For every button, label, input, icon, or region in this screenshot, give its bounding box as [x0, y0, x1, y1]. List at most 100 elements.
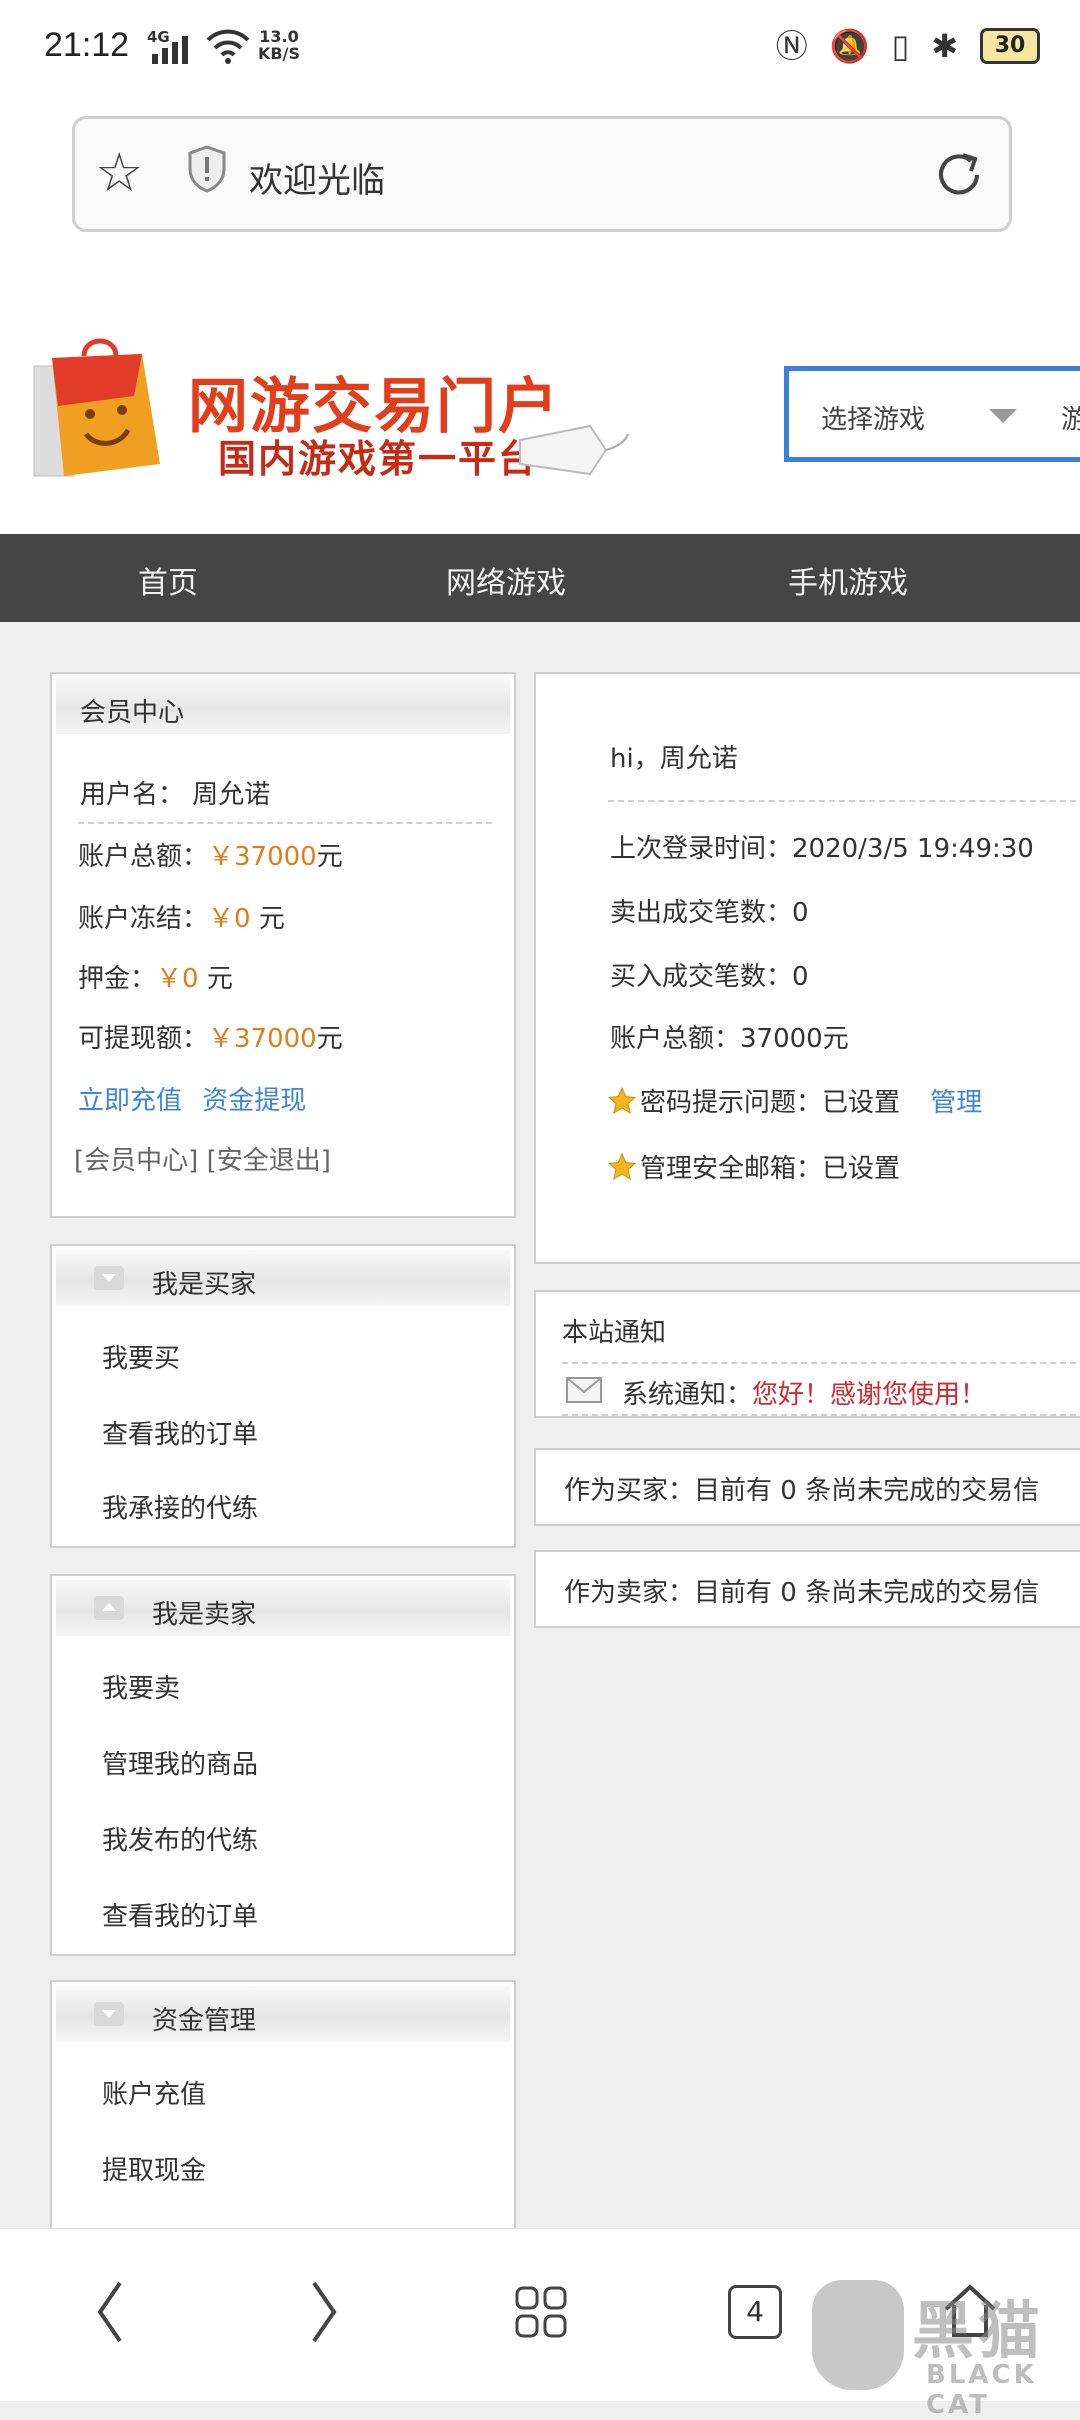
game-select-extra: 游: [1061, 405, 1080, 435]
browser-toolbar: ☆ 欢迎光临: [0, 98, 1080, 275]
site-notice-title: 本站通知: [562, 1318, 667, 1348]
address-bar[interactable]: ☆ 欢迎光临: [72, 116, 1012, 232]
account-frozen-row: 账户冻结：￥0 元: [78, 898, 285, 935]
buyer-menu-item-orders[interactable]: 查看我的订单: [102, 1414, 258, 1451]
fund-links: 立即充值 资金提现: [78, 1080, 306, 1117]
cat-logo-icon: [812, 2280, 904, 2390]
speed-unit: KB/S: [258, 44, 300, 63]
account-total-value: ￥37000: [208, 842, 317, 872]
forward-arrow-icon[interactable]: [304, 2277, 344, 2347]
menu-grid-icon[interactable]: [514, 2285, 568, 2339]
manage-link[interactable]: 管理: [930, 1088, 982, 1118]
chevron-down-icon[interactable]: [94, 2002, 124, 2026]
shopping-bag-logo-icon[interactable]: [24, 336, 174, 486]
site-header: 网游交易门户 国内游戏第一平台 选择游戏 游: [0, 274, 1080, 534]
divider: [562, 1362, 1080, 1364]
buyer-status-panel: 作为买家：目前有 0 条尚未完成的交易信: [534, 1448, 1080, 1526]
security-email-label: 管理安全邮箱：: [640, 1154, 823, 1184]
star-icon: [608, 1153, 636, 1181]
unit-label: 元: [258, 904, 285, 934]
nav-item-home[interactable]: 首页: [138, 558, 198, 602]
system-notice-label: 系统通知：: [622, 1380, 753, 1410]
envelope-icon: [566, 1377, 602, 1403]
seller-menu-panel: 我是卖家 我要卖 管理我的商品 我发布的代练 查看我的订单: [50, 1574, 516, 1956]
deposit-row: 押金：￥0 元: [78, 958, 233, 995]
buyer-menu-panel: 我是买家 我要买 查看我的订单 我承接的代练: [50, 1244, 516, 1548]
welcome-panel: hi，周允诺 上次登录时间：2020/3/5 19:49:30 卖出成交笔数：0…: [534, 672, 1080, 1264]
last-login-row: 上次登录时间：2020/3/5 19:49:30: [610, 828, 1034, 865]
wifi-icon: [206, 29, 250, 64]
chevron-down-icon[interactable]: [94, 1266, 124, 1290]
buyer-status-text: 作为买家：目前有 0 条尚未完成的交易信: [564, 1476, 1040, 1506]
speed-value: 13.0: [259, 27, 299, 46]
bought-count-row: 买入成交笔数：0: [610, 956, 809, 993]
back-arrow-icon[interactable]: [90, 2277, 130, 2347]
member-center-link[interactable]: [会员中心]: [74, 1146, 198, 1176]
star-icon: [608, 1087, 636, 1115]
system-notice-message[interactable]: 您好！感谢您使用！: [752, 1380, 986, 1410]
member-center-header: 会员中心: [56, 678, 510, 734]
battery-icon: 30: [980, 28, 1040, 64]
watermark-subtext: BLACK CAT: [926, 2360, 1037, 2420]
seller-menu-header[interactable]: 我是卖家: [56, 1580, 510, 1636]
member-center-panel: 会员中心 用户名： 周允诺 账户总额：￥37000元 账户冻结：￥0 元 押金：…: [50, 672, 516, 1218]
seller-menu-item-sell[interactable]: 我要卖: [102, 1668, 180, 1705]
seller-status-text: 作为卖家：目前有 0 条尚未完成的交易信: [564, 1578, 1040, 1608]
buyer-menu-item-buy[interactable]: 我要买: [102, 1338, 180, 1375]
bought-count-value: 0: [792, 962, 809, 992]
buyer-menu-title: 我是买家: [152, 1270, 257, 1300]
game-select-label: 选择游戏: [821, 405, 926, 435]
watermark-text: 黑猫: [912, 2294, 1045, 2367]
withdrawable-label: 可提现额：: [78, 1024, 209, 1054]
recharge-link[interactable]: 立即充值: [78, 1086, 182, 1116]
bookmark-star-icon[interactable]: ☆: [95, 143, 143, 203]
account-frozen-label: 账户冻结：: [78, 904, 209, 934]
account-frozen-value: ￥0: [208, 904, 251, 934]
chevron-up-icon[interactable]: [94, 1596, 124, 1620]
seller-menu-item-boosting[interactable]: 我发布的代练: [102, 1820, 258, 1857]
reload-icon[interactable]: [933, 149, 985, 201]
username-label: 用户名：: [80, 780, 185, 810]
seller-menu-item-orders[interactable]: 查看我的订单: [102, 1896, 258, 1933]
account-links: [会员中心] [安全退出]: [74, 1140, 331, 1177]
buyer-menu-header[interactable]: 我是买家: [56, 1250, 510, 1306]
security-email-value: 已设置: [822, 1154, 901, 1184]
withdrawable-value: ￥37000: [208, 1024, 317, 1054]
deposit-value: ￥0: [156, 964, 199, 994]
seller-menu-item-products[interactable]: 管理我的商品: [102, 1744, 258, 1781]
status-bar: 21:12 4G 13.0 KB/S Ⓝ 🔕 ▯ ✱ 30: [0, 0, 1080, 98]
unit-label: 元: [316, 1024, 343, 1054]
funds-menu-header[interactable]: 资金管理: [56, 1986, 510, 2042]
funds-menu-item-recharge[interactable]: 账户充值: [102, 2074, 206, 2111]
password-hint-label: 密码提示问题：: [640, 1088, 823, 1118]
withdraw-link[interactable]: 资金提现: [202, 1086, 306, 1116]
divider: [562, 1414, 1080, 1416]
sold-count-row: 卖出成交笔数：0: [610, 892, 809, 929]
clock: 21:12: [44, 26, 130, 64]
seller-status-panel: 作为卖家：目前有 0 条尚未完成的交易信: [534, 1550, 1080, 1628]
security-email-row: 管理安全邮箱：已设置: [608, 1148, 900, 1185]
tabs-count-button[interactable]: 4: [728, 2285, 782, 2339]
nav-item-online-games[interactable]: 网络游戏: [446, 558, 566, 602]
shield-icon[interactable]: [187, 145, 227, 193]
welcome-total-row: 账户总额：37000元: [610, 1018, 849, 1055]
system-notice-row: 系统通知：您好！感谢您使用！: [622, 1374, 986, 1411]
deposit-label: 押金：: [78, 964, 157, 994]
game-select-dropdown[interactable]: 选择游戏 游: [784, 366, 1080, 462]
last-login-value: 2020/3/5 19:49:30: [792, 834, 1034, 864]
funds-menu-item-withdraw[interactable]: 提取现金: [102, 2150, 206, 2187]
watermark: 黑猫 BLACK CAT: [812, 2280, 1080, 2420]
bought-count-label: 买入成交笔数：: [610, 962, 793, 992]
unit-label: 元: [206, 964, 233, 994]
logout-link[interactable]: [安全退出]: [207, 1146, 331, 1176]
price-tag-icon: [519, 424, 629, 476]
nfc-icon: Ⓝ: [775, 27, 808, 65]
greeting: hi，周允诺: [610, 744, 738, 774]
divider: [78, 822, 492, 824]
nav-item-mobile-games[interactable]: 手机游戏: [788, 558, 908, 602]
page-title[interactable]: 欢迎光临: [249, 153, 385, 202]
site-notice-panel: 本站通知 系统通知：您好！感谢您使用！: [534, 1290, 1080, 1418]
sold-count-label: 卖出成交笔数：: [610, 898, 793, 928]
buyer-menu-item-boosting[interactable]: 我承接的代练: [102, 1488, 258, 1525]
username-row: 用户名： 周允诺: [80, 774, 270, 811]
